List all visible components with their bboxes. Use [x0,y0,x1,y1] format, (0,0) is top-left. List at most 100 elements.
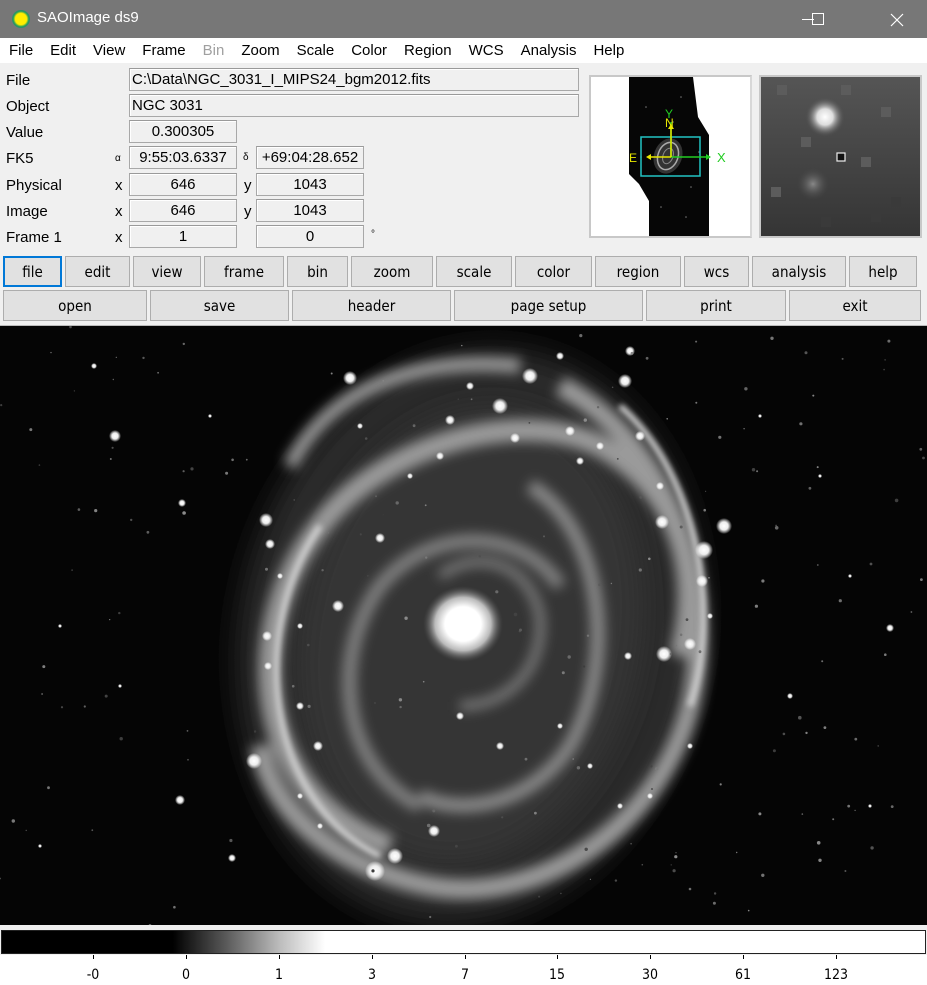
image-canvas[interactable] [0,325,927,925]
star-knot [496,742,504,750]
button-print[interactable]: print [646,290,786,321]
fk5-dec-field: +69:04:28.652 [256,146,364,169]
colorbar-tick [372,955,373,959]
button-zoom[interactable]: zoom [351,256,433,287]
menu-region[interactable]: Region [395,38,460,63]
image-x-field: 646 [129,199,237,222]
button-region[interactable]: region [595,256,681,287]
star-knot [332,600,344,612]
close-icon [890,13,904,27]
button-color[interactable]: color [515,256,592,287]
button-open[interactable]: open [3,290,147,321]
background-star [374,702,376,704]
menu-scale[interactable]: Scale [288,38,343,63]
star-knot [696,575,708,587]
menu-bin[interactable]: Bin [194,38,233,63]
background-star [495,590,499,594]
background-star [638,568,642,572]
star-knot [510,433,520,443]
background-star [182,470,185,473]
background-star [751,468,756,472]
background-star [187,758,189,761]
button-file[interactable]: file [3,256,62,287]
button-edit[interactable]: edit [65,256,130,287]
background-star [775,524,777,527]
star-knot [886,624,894,632]
button-view[interactable]: view [133,256,201,287]
background-star [253,730,257,733]
panner[interactable]: X Y N E [589,75,752,238]
galaxy-core [423,586,503,662]
background-star [695,401,698,404]
background-star [528,422,531,424]
menu-color[interactable]: Color [342,38,395,63]
button-frame[interactable]: frame [204,256,284,287]
background-star [455,844,458,848]
background-star [41,693,43,695]
menu-zoom[interactable]: Zoom [232,38,287,63]
file-field: C:\Data\NGC_3031_I_MIPS24_bgm2012.fits [129,68,579,91]
background-star [404,616,408,620]
background-star [758,812,762,816]
colorbar-tick [93,955,94,959]
background-star [321,569,324,572]
maximize-button[interactable] [809,0,867,38]
button-bin[interactable]: bin [287,256,348,287]
background-star [50,351,52,354]
background-star [589,878,592,880]
menu-edit[interactable]: Edit [41,38,84,63]
background-star [142,356,145,360]
button-header[interactable]: header [292,290,451,321]
background-star [910,611,913,613]
background-star [883,368,885,371]
menu-file[interactable]: File [0,38,41,63]
button-analysis[interactable]: analysis [752,256,846,287]
button-wcs[interactable]: wcs [684,256,749,287]
menu-analysis[interactable]: Analysis [512,38,585,63]
star-knot [565,426,575,436]
background-star [0,404,3,407]
background-star [869,562,873,566]
file-label: File [6,72,31,89]
background-star [648,557,651,561]
frame-angle-field: 0 [256,225,364,248]
close-button[interactable] [869,0,927,38]
colorbar-tick [465,955,466,959]
button-help[interactable]: help [849,256,917,287]
background-star [182,511,186,515]
background-star [77,508,81,511]
background-star [838,599,842,603]
magnifier [759,75,922,238]
menu-view[interactable]: View [84,38,133,63]
background-star [736,851,738,854]
star-knot [407,473,413,479]
fk5-ra-field: 9:55:03.6337 [129,146,237,169]
button-exit[interactable]: exit [789,290,921,321]
background-star [672,869,676,873]
star-knot [178,499,186,507]
buttonbar-sub: open save header page setup print exit [0,290,927,322]
buttonbar-main: file edit view frame bin zoom scale colo… [0,256,927,288]
menu-frame[interactable]: Frame [133,38,193,63]
star-knot [148,924,152,925]
panner-east-label: E [629,151,637,165]
background-star [186,730,189,732]
button-page-setup[interactable]: page setup [454,290,643,321]
colorbar-tick-label: 3 [367,967,377,983]
colorbar[interactable] [1,930,926,954]
panner-image: X Y N E [629,77,726,236]
star-knot [787,693,793,699]
background-star [747,909,750,912]
menu-help[interactable]: Help [584,38,632,63]
background-star [118,611,121,615]
background-star [798,715,802,720]
menu-wcs[interactable]: WCS [460,38,512,63]
menu-bar: File Edit View Frame Bin Zoom Scale Colo… [0,38,927,63]
colorbar-tick [650,955,651,959]
background-star [424,504,427,507]
button-save[interactable]: save [150,290,289,321]
background-star [818,858,822,862]
star-knot [695,541,713,559]
button-scale[interactable]: scale [436,256,512,287]
physical-y-field: 1043 [256,173,364,196]
